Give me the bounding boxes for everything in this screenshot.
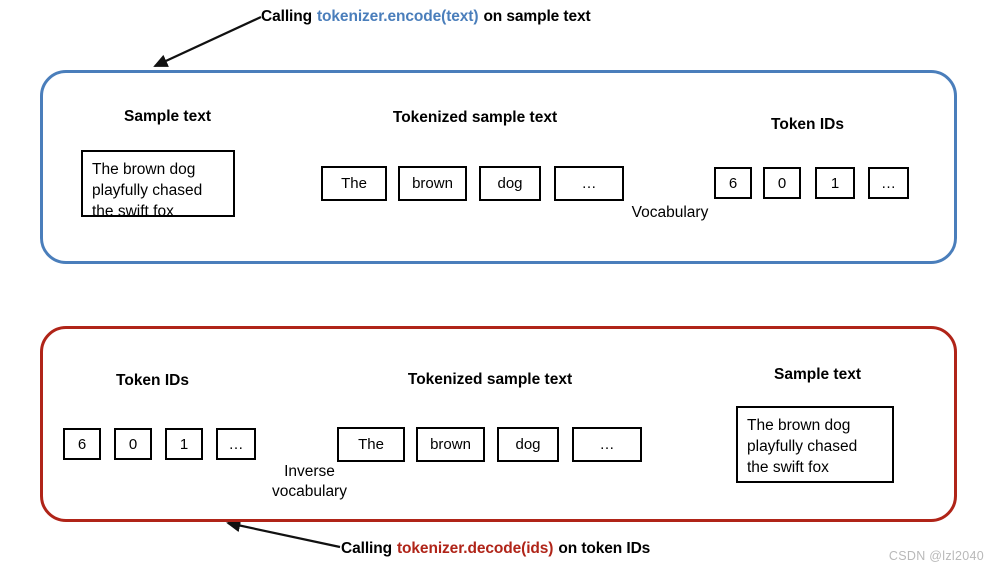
decode-token-id-2: 1 [165, 428, 203, 460]
encode-sample-text-heading: Sample text [123, 108, 211, 125]
decode-caption-code: tokenizer.decode(ids) [396, 540, 554, 557]
encode-token-1: brown [398, 166, 467, 201]
decode-token-id-1: 0 [114, 428, 152, 460]
decode-arrow-label: Inverse vocabulary [272, 463, 347, 500]
encode-token-0: The [321, 166, 387, 201]
encode-token-id-0: 6 [714, 167, 752, 199]
decode-sample-text-heading: Sample text [773, 366, 861, 383]
encode-caption-code: tokenizer.encode(text) [316, 8, 479, 25]
encode-tokenized-heading: Tokenized sample text [392, 109, 558, 126]
watermark: CSDN @lzl2040 [888, 549, 984, 563]
decode-caption-suffix: on token IDs [558, 540, 651, 557]
encode-caption-prefix: Calling [261, 8, 312, 25]
encode-arrow-label: Vocabulary [631, 204, 709, 221]
decode-caption: Calling tokenizer.decode(ids) on token IDs [341, 540, 650, 558]
decode-token-id-0: 6 [63, 428, 101, 460]
decode-caption-prefix: Calling [341, 540, 392, 557]
decode-token-id-3: … [216, 428, 256, 460]
decode-token-2: dog [497, 427, 559, 462]
decode-tokenized-heading: Tokenized sample text [407, 371, 573, 388]
decode-token-0: The [337, 427, 405, 462]
encode-caption-suffix: on sample text [483, 8, 591, 25]
decode-token-ids-heading: Token IDs [116, 372, 189, 389]
encode-token-3: … [554, 166, 624, 201]
encode-token-id-3: … [868, 167, 909, 199]
diagram-canvas: Calling tokenizer.encode(text) on sample t… [0, 0, 1000, 571]
encode-token-ids-heading: Token IDs [771, 116, 844, 133]
decode-sample-text-box: The brown dog playfully chased the swift… [736, 406, 894, 483]
encode-caption: Calling tokenizer.encode(text) on sample t… [261, 8, 591, 26]
encode-token-id-1: 0 [763, 167, 801, 199]
decode-token-3: … [572, 427, 642, 462]
encode-sample-text-box: The brown dog playfully chased the swift… [81, 150, 235, 220]
decode-token-1: brown [416, 427, 485, 462]
encode-token-2: dog [479, 166, 541, 201]
encode-token-id-2: 1 [815, 167, 855, 199]
